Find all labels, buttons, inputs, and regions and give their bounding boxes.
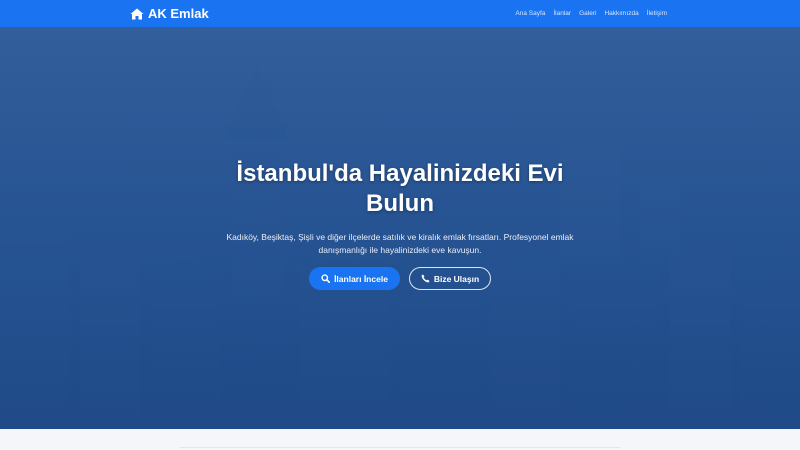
hero-section: İstanbul'da Hayalinizdeki Evi Bulun Kadı… (0, 27, 800, 429)
brand-name: AK Emlak (148, 6, 209, 21)
phone-icon (421, 274, 430, 283)
home-icon (130, 8, 144, 20)
nav-item-home[interactable]: Ana Sayfa (515, 10, 545, 17)
nav-item-gallery[interactable]: Galeri (579, 10, 596, 17)
nav-item-contact[interactable]: İletişim (647, 10, 667, 17)
search-icon (321, 274, 331, 283)
browse-listings-label: İlanları İncele (334, 273, 388, 284)
contact-us-button[interactable]: Bize Ulaşın (409, 267, 491, 290)
nav-links: Ana Sayfa İlanlar Galeri Hakkımızda İlet… (515, 0, 667, 27)
hero-buttons: İlanları İncele Bize Ulaşın (200, 267, 600, 290)
nav-item-about[interactable]: Hakkımızda (604, 10, 638, 17)
section-divider (180, 447, 620, 448)
navbar: AK Emlak Ana Sayfa İlanlar Galeri Hakkım… (0, 0, 800, 27)
brand-link[interactable]: AK Emlak (130, 0, 209, 27)
nav-item-listings[interactable]: İlanlar (553, 10, 571, 17)
browse-listings-button[interactable]: İlanları İncele (309, 267, 400, 290)
hero-content: İstanbul'da Hayalinizdeki Evi Bulun Kadı… (200, 159, 600, 290)
contact-us-label: Bize Ulaşın (433, 273, 480, 284)
hero-subtitle: Kadıköy, Beşiktaş, Şişli ve diğer ilçele… (226, 232, 574, 255)
hero-title: İstanbul'da Hayalinizdeki Evi Bulun (236, 160, 564, 217)
